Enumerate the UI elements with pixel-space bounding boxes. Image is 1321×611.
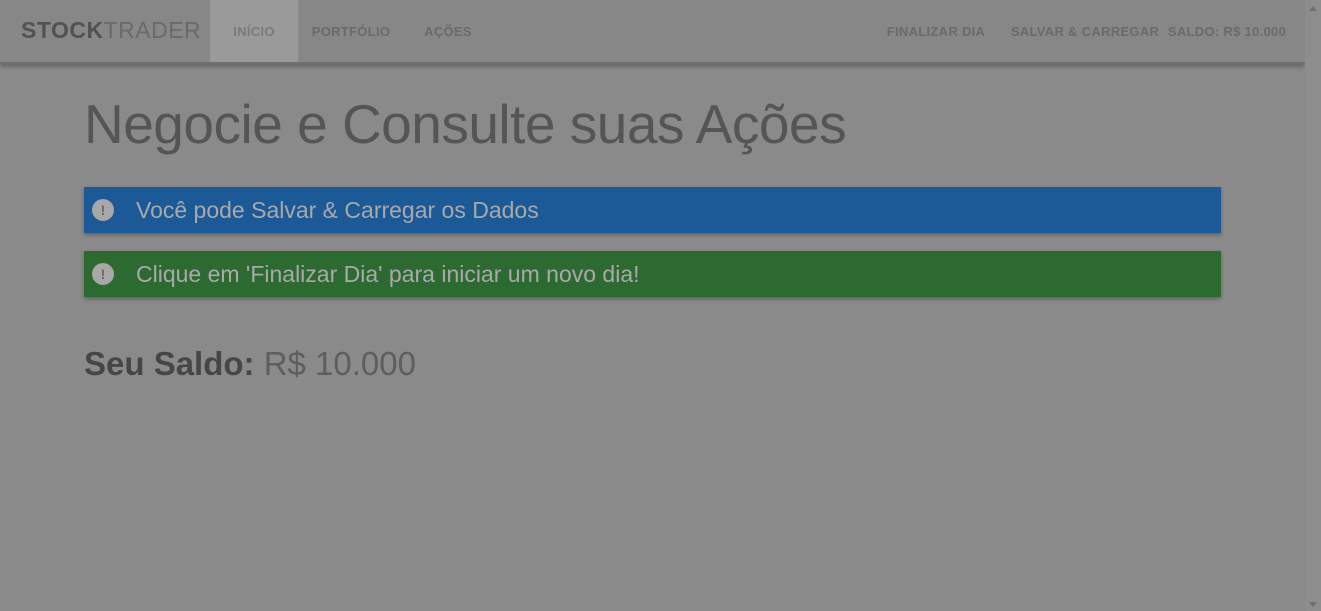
brand-logo[interactable]: STOCKTRADER [21,17,201,44]
balance-value: R$ 10.000 [263,345,416,382]
app-root: STOCKTRADER INÍCIO PORTFÓLIO AÇÕES FINAL… [0,0,1321,611]
brand-name-light: TRADER [103,17,202,43]
top-navbar: STOCKTRADER INÍCIO PORTFÓLIO AÇÕES FINAL… [0,0,1305,64]
balance-display: Seu Saldo: R$ 10.000 [84,345,416,383]
balance-label: Seu Saldo: [84,345,255,382]
info-icon: ! [92,199,114,221]
info-alert-save-load: ! Você pode Salvar & Carregar os Dados [84,187,1221,233]
brand-name-strong: STOCK [21,17,104,43]
save-load-dropdown[interactable]: SALVAR & CARREGAR [1010,0,1160,62]
alert-text: Você pode Salvar & Carregar os Dados [136,196,539,223]
nav-item-portfolio[interactable]: PORTFÓLIO [302,0,400,62]
scroll-up-icon[interactable] [1309,6,1317,11]
save-load-label: SALVAR & CARREGAR [1010,23,1160,39]
nav-item-label: PORTFÓLIO [311,23,391,39]
end-day-label: FINALIZAR DIA [886,23,986,39]
page-title: Negocie e Consulte suas Ações [84,93,847,155]
alert-text: Clique em 'Finalizar Dia' para iniciar u… [136,260,640,287]
nav-item-acoes[interactable]: AÇÕES [412,0,484,62]
end-day-button[interactable]: FINALIZAR DIA [880,0,992,62]
nav-item-inicio[interactable]: INÍCIO [210,0,298,62]
info-icon: ! [92,263,114,285]
info-alert-end-day: ! Clique em 'Finalizar Dia' para iniciar… [84,251,1221,297]
vertical-scrollbar[interactable] [1305,0,1321,611]
navbar-balance-text: SALDO: R$ 10.000 [1167,23,1287,39]
scroll-down-icon[interactable] [1309,602,1317,607]
navbar-balance: SALDO: R$ 10.000 [1164,0,1290,62]
nav-item-label: INÍCIO [233,23,275,39]
nav-item-label: AÇÕES [424,23,472,39]
